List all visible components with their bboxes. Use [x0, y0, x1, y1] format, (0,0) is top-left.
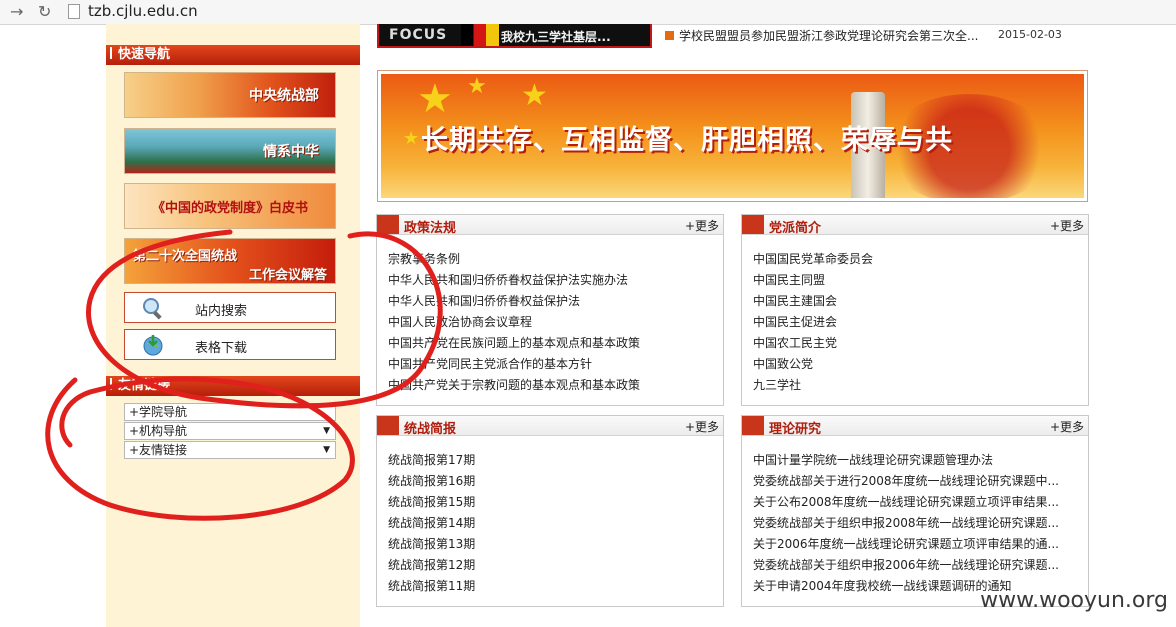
banner-label: 情系中华	[263, 144, 319, 160]
list-item[interactable]: 中国共产党在民族问题上的基本观点和基本政策	[388, 333, 718, 354]
star-icon: ★	[521, 78, 548, 113]
panel-title: 政策法规	[404, 221, 457, 236]
panel-policy: 政策法规 +更多 宗教事务条例 中华人民共和国归侨侨眷权益保护法实施办法 中华人…	[376, 214, 724, 406]
magnifier-icon	[143, 298, 162, 320]
banner-label-line2: 工作会议解答	[248, 268, 327, 283]
panel-briefs: 统战简报 +更多 统战简报第17期 统战简报第16期 统战简报第15期 统战简报…	[376, 415, 724, 607]
select-value: +机构导航	[129, 424, 188, 438]
select-value: +学院导航	[129, 405, 188, 419]
banner-united-front-conference[interactable]: 第二十次全国统战 工作会议解答	[124, 238, 336, 284]
banner-party-system-whitepaper[interactable]: 《中国的政党制度》白皮书	[124, 183, 336, 229]
star-icon: ★	[403, 128, 420, 149]
list-item[interactable]: 中国民主促进会	[753, 312, 1083, 333]
flag-graphic	[461, 24, 499, 46]
focus-slideshow[interactable]: FOCUS 我校九三学社基层...	[377, 24, 652, 48]
list-item[interactable]: 宗教事务条例	[388, 249, 718, 270]
top-news-title[interactable]: 学校民盟盟员参加民盟浙江参政党理论研究会第三次全...	[679, 29, 978, 43]
chevron-down-icon: ▼	[323, 445, 330, 455]
list-item[interactable]: 统战简报第16期	[388, 471, 718, 492]
panel-title: 统战简报	[404, 422, 457, 437]
list-item[interactable]: 九三学社	[753, 375, 1083, 396]
list-item[interactable]: 中国国民党革命委员会	[753, 249, 1083, 270]
panel-theory: 理论研究 +更多 中国计量学院统一战线理论研究课题管理办法 党委统战部关于进行2…	[741, 415, 1089, 607]
list-item[interactable]: 统战简报第17期	[388, 450, 718, 471]
page-icon	[68, 4, 80, 19]
list-item[interactable]: 关于2006年度统一战线理论研究课题立项评审结果的通...	[753, 534, 1083, 555]
more-link[interactable]: +更多	[1050, 418, 1084, 435]
quick-nav-header: 快速导航	[106, 45, 360, 65]
address-bar[interactable]: tzb.cjlu.edu.cn	[88, 2, 198, 20]
list-item[interactable]: 统战简报第15期	[388, 492, 718, 513]
focus-caption[interactable]: 我校九三学社基层...	[501, 28, 611, 45]
watermark: www.wooyun.org	[980, 588, 1168, 613]
list-item[interactable]: 中国民主同盟	[753, 270, 1083, 291]
browser-toolbar: → ↻ tzb.cjlu.edu.cn	[0, 0, 1176, 25]
list-item[interactable]: 中国农工民主党	[753, 333, 1083, 354]
list-item[interactable]: 中国致公党	[753, 354, 1083, 375]
banner-label: 《中国的政党制度》白皮书	[151, 200, 308, 216]
banner-label-line1: 第二十次全国统战	[133, 249, 238, 264]
list-item[interactable]: 中华人民共和国归侨侨眷权益保护法	[388, 291, 718, 312]
list-item[interactable]: 统战简报第13期	[388, 534, 718, 555]
more-link[interactable]: +更多	[685, 418, 719, 435]
list-item[interactable]: 统战简报第14期	[388, 513, 718, 534]
list-item[interactable]: 中国共产党关于宗教问题的基本观点和基本政策	[388, 375, 718, 396]
policy-list: 宗教事务条例 中华人民共和国归侨侨眷权益保护法实施办法 中华人民共和国归侨侨眷权…	[388, 249, 718, 396]
list-item[interactable]: 中华人民共和国归侨侨眷权益保护法实施办法	[388, 270, 718, 291]
more-link[interactable]: +更多	[1050, 217, 1084, 234]
list-item[interactable]: 中国民主建国会	[753, 291, 1083, 312]
list-item[interactable]: 统战简报第11期	[388, 576, 718, 597]
main-banner: ★ ★ ★ ★ 长期共存、互相监督、肝胆相照、荣辱与共	[377, 70, 1088, 202]
site-search-label: 站内搜索	[195, 304, 248, 319]
chevron-down-icon: ▼	[323, 426, 330, 436]
site-search-button[interactable]: 站内搜索	[124, 292, 336, 323]
panel-title: 党派简介	[769, 221, 822, 236]
panel-title: 理论研究	[769, 422, 822, 437]
college-nav-select[interactable]: +学院导航	[124, 403, 336, 421]
star-icon: ★	[417, 76, 453, 122]
friend-links-select[interactable]: +友情链接 ▼	[124, 441, 336, 459]
select-value: +友情链接	[129, 443, 188, 457]
list-item[interactable]: 党委统战部关于进行2008年度统一战线理论研究课题中...	[753, 471, 1083, 492]
news-bullet-icon	[665, 31, 674, 40]
reload-icon[interactable]: ↻	[38, 2, 51, 21]
briefs-list: 统战简报第17期 统战简报第16期 统战简报第15期 统战简报第14期 统战简报…	[388, 450, 718, 597]
list-item[interactable]: 中国共产党同民主党派合作的基本方针	[388, 354, 718, 375]
banner-love-china[interactable]: 情系中华	[124, 128, 336, 174]
star-icon: ★	[467, 74, 487, 99]
quick-nav-title: 快速导航	[118, 47, 171, 62]
top-news-date: 2015-02-03	[998, 28, 1062, 41]
panel-parties: 党派简介 +更多 中国国民党革命委员会 中国民主同盟 中国民主建国会 中国民主促…	[741, 214, 1089, 406]
list-item[interactable]: 党委统战部关于组织申报2008年统一战线理论研究课题...	[753, 513, 1083, 534]
banner-central-united-front[interactable]: 中央统战部	[124, 72, 336, 118]
parties-list: 中国国民党革命委员会 中国民主同盟 中国民主建国会 中国民主促进会 中国农工民主…	[753, 249, 1083, 396]
banner-label: 中央统战部	[249, 88, 319, 104]
theory-list: 中国计量学院统一战线理论研究课题管理办法 党委统战部关于进行2008年度统一战线…	[753, 450, 1083, 597]
links-title: 友情链接	[118, 378, 171, 393]
list-item[interactable]: 中国计量学院统一战线理论研究课题管理办法	[753, 450, 1083, 471]
banner-slogan: 长期共存、互相监督、肝胆相照、荣辱与共	[421, 125, 953, 156]
focus-logo: FOCUS	[389, 27, 448, 43]
list-item[interactable]: 中国人民政治协商会议章程	[388, 312, 718, 333]
org-nav-select[interactable]: +机构导航 ▼	[124, 422, 336, 440]
top-news-item[interactable]: 学校民盟盟员参加民盟浙江参政党理论研究会第三次全...	[665, 27, 978, 44]
list-item[interactable]: 统战简报第12期	[388, 555, 718, 576]
links-header: 友情链接	[106, 376, 360, 396]
list-item[interactable]: 关于公布2008年度统一战线理论研究课题立项评审结果...	[753, 492, 1083, 513]
form-download-label: 表格下载	[195, 341, 248, 356]
download-globe-icon	[143, 335, 163, 356]
back-arrow-icon[interactable]: →	[10, 2, 23, 21]
more-link[interactable]: +更多	[685, 217, 719, 234]
list-item[interactable]: 党委统战部关于组织申报2006年统一战线理论研究课题...	[753, 555, 1083, 576]
form-download-button[interactable]: 表格下载	[124, 329, 336, 360]
